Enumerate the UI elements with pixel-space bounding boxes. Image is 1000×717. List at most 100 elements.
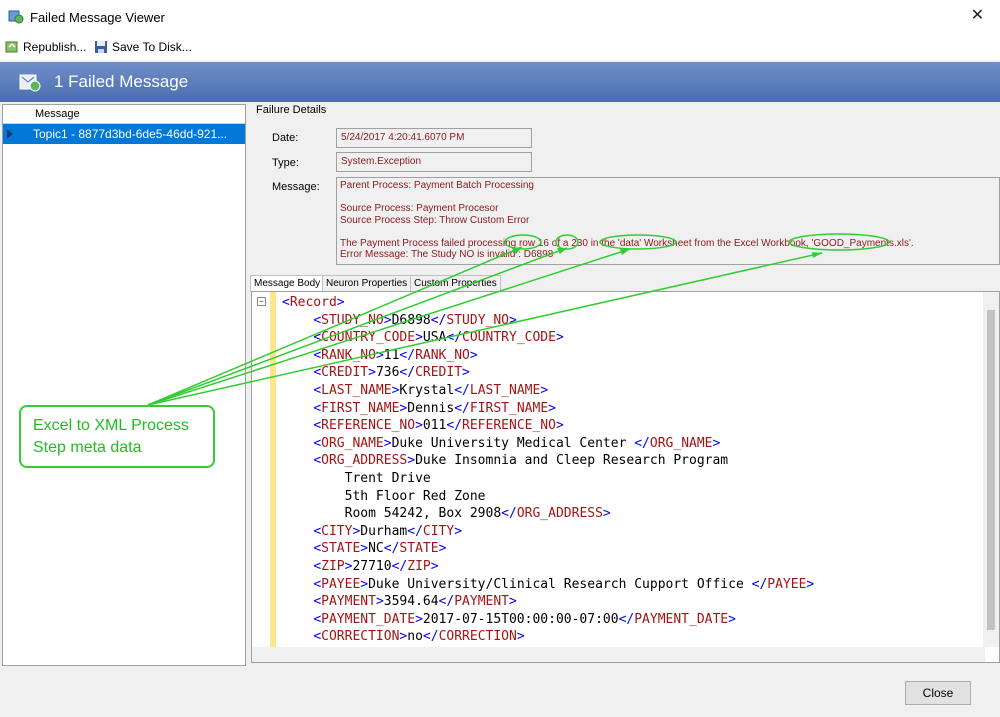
app-icon [8, 10, 24, 24]
xml-bracket: > [360, 576, 369, 592]
message-field[interactable]: Parent Process: Payment Batch Processing… [336, 177, 1000, 265]
xml-bracket: </ [430, 312, 447, 328]
xml-bracket: </ [383, 541, 400, 557]
xml-close-tag: ORG_NAME [649, 435, 713, 451]
xml-value: 11 [383, 347, 400, 363]
toolbar: Republish... Save To Disk... [0, 34, 1000, 60]
xml-close-tag: STUDY_NO [446, 312, 510, 328]
xml-open-tag: LAST_NAME [321, 382, 392, 398]
xml-value: D6898 [391, 312, 431, 328]
xml-bracket: > [407, 453, 416, 469]
xml-line: <COUNTRY_CODE>USA</COUNTRY_CODE> [282, 329, 814, 347]
xml-close-tag: LAST_NAME [469, 382, 541, 398]
xml-bracket: > [360, 541, 369, 557]
xml-bracket: > [548, 400, 556, 416]
close-button[interactable]: Close [905, 681, 971, 705]
horizontal-scrollbar[interactable] [252, 647, 985, 662]
xml-line: <PAYMENT_DATE>2017-07-15T00:00:00-07:00<… [282, 611, 814, 629]
xml-bracket: < [313, 365, 322, 381]
xml-bracket: </ [618, 611, 635, 627]
xml-bracket: > [462, 365, 470, 381]
message-column-header[interactable]: Message [3, 105, 245, 124]
xml-value: Durham [360, 523, 408, 539]
xml-bracket: > [516, 629, 525, 645]
xml-bracket: </ [501, 506, 517, 522]
xml-open-tag: CITY [321, 523, 353, 539]
xml-value: Dennis [407, 400, 455, 416]
xml-open-tag: Record [289, 295, 337, 310]
xml-bracket: > [375, 347, 384, 363]
xml-bracket: < [313, 330, 322, 346]
scroll-thumb[interactable] [987, 310, 995, 630]
xml-bracket: </ [399, 365, 416, 381]
collapse-icon[interactable]: − [257, 297, 266, 306]
xml-open-tag: PAYMENT_DATE [321, 611, 416, 627]
type-label: Type: [272, 157, 299, 169]
xml-close-tag: ZIP [407, 558, 431, 574]
xml-line: <ORG_ADDRESS>Duke Insomnia and Cleep Res… [282, 452, 814, 470]
xml-bracket: < [313, 435, 322, 451]
xml-bracket: > [454, 523, 463, 539]
xml-bracket: > [375, 594, 384, 610]
xml-bracket: </ [751, 576, 768, 592]
tab-custom-properties[interactable]: Custom Properties [410, 275, 501, 291]
xml-value: 3594.64 [383, 594, 439, 610]
header-banner: 1 Failed Message [0, 62, 1000, 102]
change-margin [270, 292, 276, 647]
xml-open-tag: ZIP [321, 558, 345, 574]
message-line [340, 192, 996, 204]
xml-value: Duke Insomnia and Cleep Research Program [415, 453, 729, 469]
xml-bracket: </ [399, 347, 416, 363]
type-field[interactable]: System.Exception [336, 152, 532, 172]
list-item[interactable]: Topic1 - 8877d3bd-6de5-46dd-921... [3, 124, 245, 144]
xml-line: <CITY>Durham</CITY> [282, 523, 814, 541]
xml-bracket: </ [454, 400, 470, 416]
xml-value: 011 [422, 418, 447, 434]
xml-close-tag: FIRST_NAME [469, 400, 549, 416]
xml-close-tag: CREDIT [415, 365, 463, 381]
failure-details-heading: Failure Details [256, 104, 327, 116]
tab-message-body[interactable]: Message Body [250, 275, 325, 292]
message-body-editor[interactable]: − <Record> <STUDY_NO>D6898</STUDY_NO> <C… [251, 291, 1000, 663]
tab-neuron-properties[interactable]: Neuron Properties [322, 275, 412, 291]
xml-bracket: </ [446, 418, 463, 434]
xml-line: <FIRST_NAME>Dennis</FIRST_NAME> [282, 400, 814, 418]
xml-bracket: < [313, 382, 322, 398]
xml-bracket: > [383, 312, 392, 328]
xml-bracket: < [313, 629, 322, 645]
xml-open-tag: REFERENCE_NO [321, 418, 416, 434]
xml-open-tag: COUNTRY_CODE [321, 330, 416, 346]
xml-bracket: > [415, 418, 423, 434]
xml-close-tag: ORG_ADDRESS [516, 506, 603, 522]
xml-line: <PAYEE>Duke University/Clinical Research… [282, 576, 814, 594]
xml-close-tag: CITY [422, 523, 455, 539]
xml-line: <PAYMENT>3594.64</PAYMENT> [282, 593, 814, 611]
xml-bracket: </ [454, 382, 470, 398]
message-line [340, 226, 996, 238]
window-close-button[interactable]: ✕ [955, 0, 1000, 32]
xml-line: <ZIP>27710</ZIP> [282, 558, 814, 576]
xml-line: <CORRECTION>no</CORRECTION> [282, 628, 814, 646]
xml-close-tag: CORRECTION [438, 629, 517, 645]
xml-bracket: > [806, 576, 815, 592]
xml-value: Room 54242, Box 2908 [344, 506, 502, 522]
republish-label: Republish... [23, 40, 87, 54]
save-to-disk-button[interactable]: Save To Disk... [93, 37, 192, 57]
xml-value: 27710 [352, 558, 392, 574]
xml-open-tag: RANK_NO [321, 347, 376, 363]
xml-value: Trent Drive [344, 470, 431, 486]
xml-open-tag: STATE [321, 541, 361, 557]
xml-open-tag: CORRECTION [321, 629, 400, 645]
xml-close-tag: STATE [399, 541, 439, 557]
message-line: The Payment Process failed processing ro… [340, 237, 914, 249]
xml-bracket: </ [407, 523, 423, 539]
xml-line: <Record> [282, 294, 814, 312]
vertical-scrollbar[interactable] [983, 292, 999, 647]
failed-message-icon [19, 74, 41, 92]
window-title: Failed Message Viewer [30, 10, 165, 25]
xml-bracket: < [313, 576, 322, 592]
xml-close-tag: COUNTRY_CODE [462, 330, 556, 346]
message-line: Error Message: The Study NO is invalid :… [340, 249, 554, 260]
date-field[interactable]: 5/24/2017 4:20:41.6070 PM [336, 128, 532, 148]
republish-button[interactable]: Republish... [4, 37, 86, 57]
